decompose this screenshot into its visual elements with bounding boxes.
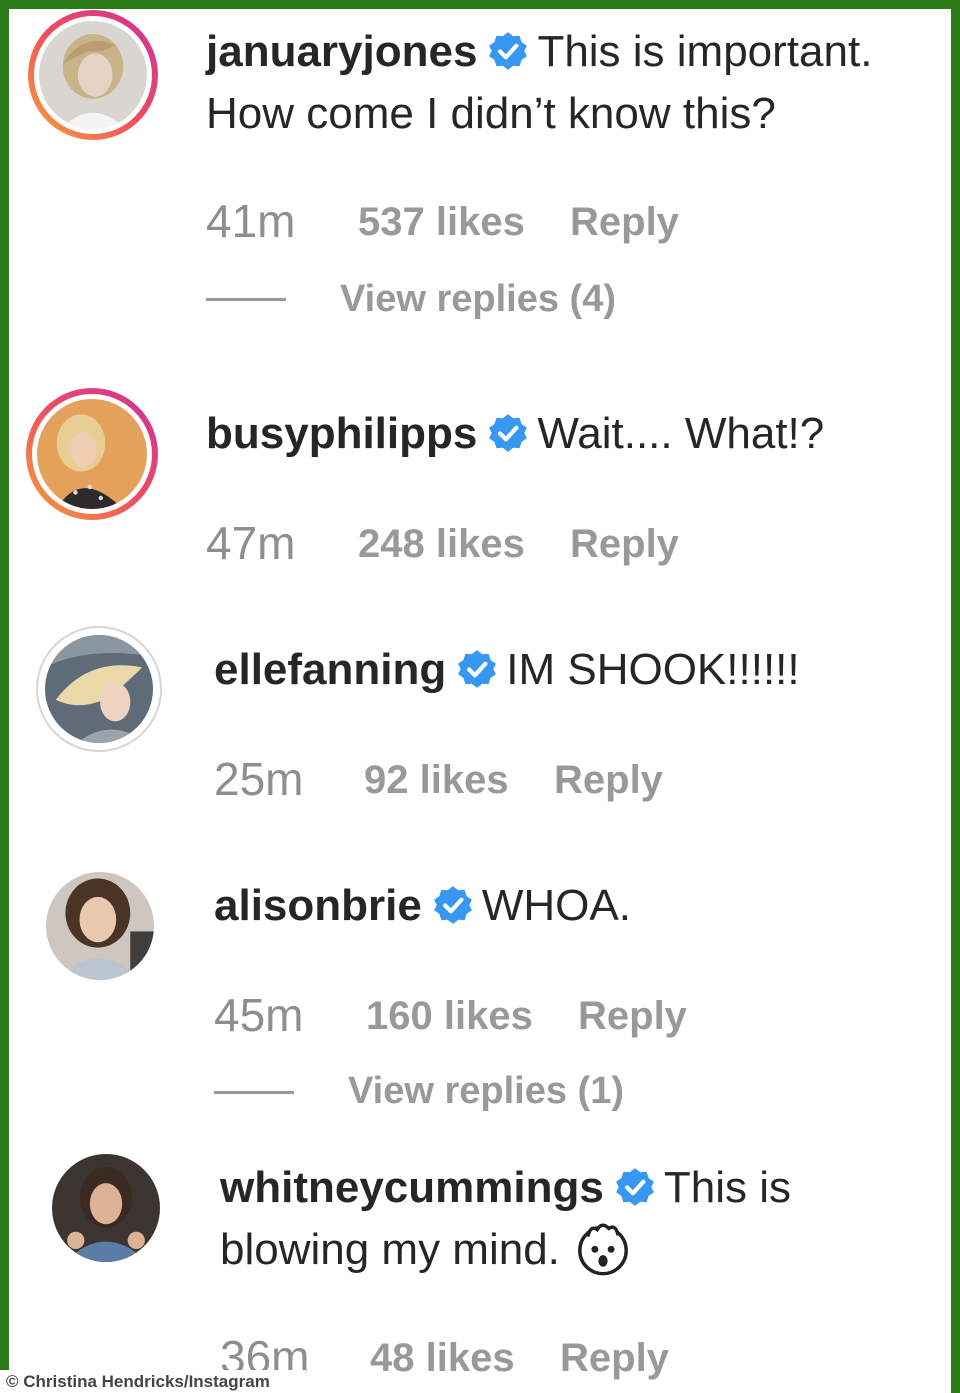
comment-text-line2: How come I didn’t know this? bbox=[206, 89, 776, 138]
likes-count[interactable]: 537 likes bbox=[358, 200, 525, 245]
reply-button[interactable]: Reply bbox=[554, 758, 663, 803]
verified-badge-icon bbox=[487, 412, 529, 454]
username[interactable]: januaryjones bbox=[206, 27, 477, 76]
replies-divider bbox=[206, 298, 286, 301]
reply-button[interactable]: Reply bbox=[570, 200, 679, 245]
timestamp: 45m bbox=[214, 989, 304, 1041]
photo-credit: © Christina Hendricks/Instagram bbox=[0, 1370, 306, 1393]
verified-badge-icon bbox=[456, 648, 498, 690]
likes-count[interactable]: 48 likes bbox=[370, 1336, 515, 1381]
profile-photo bbox=[37, 399, 147, 509]
comment-text: busyphilipps Wait.... What!? bbox=[206, 404, 824, 464]
comment-text-line2: blowing my mind. bbox=[220, 1218, 632, 1280]
reply-button[interactable]: Reply bbox=[560, 1336, 669, 1381]
avatar-alisonbrie[interactable] bbox=[46, 872, 154, 980]
likes-count[interactable]: 248 likes bbox=[358, 522, 525, 567]
timestamp: 41m bbox=[206, 195, 296, 247]
verified-badge-icon bbox=[614, 1166, 656, 1208]
comment-body: IM SHOOK!!!!!! bbox=[506, 645, 800, 694]
profile-photo bbox=[46, 872, 154, 980]
comment-body-line2: blowing my mind. bbox=[220, 1225, 560, 1274]
avatar-januaryjones[interactable] bbox=[28, 10, 158, 140]
profile-photo bbox=[45, 635, 153, 743]
profile-photo bbox=[39, 21, 147, 129]
avatar-ellefanning[interactable] bbox=[36, 626, 162, 752]
verified-badge-icon bbox=[487, 30, 529, 72]
comment-body: WHOA. bbox=[481, 881, 631, 930]
username[interactable]: busyphilipps bbox=[206, 409, 477, 458]
avatar-whitneycummings[interactable] bbox=[52, 1154, 160, 1262]
comment-body: This is important. bbox=[537, 27, 873, 76]
view-replies-button[interactable]: View replies (4) bbox=[340, 278, 616, 321]
reply-button[interactable]: Reply bbox=[570, 522, 679, 567]
profile-photo bbox=[52, 1154, 160, 1262]
view-replies-button[interactable]: View replies (1) bbox=[348, 1070, 624, 1113]
comment-text: alisonbrie WHOA. bbox=[214, 876, 631, 936]
comment-text: whitneycummings This is bbox=[220, 1158, 791, 1218]
reply-button[interactable]: Reply bbox=[578, 994, 687, 1039]
timestamp: 47m bbox=[206, 517, 296, 569]
username[interactable]: alisonbrie bbox=[214, 881, 422, 930]
comment-body: This is bbox=[663, 1163, 791, 1212]
exploding-head-emoji bbox=[574, 1218, 632, 1276]
avatar-busyphilipps[interactable] bbox=[26, 388, 158, 520]
username[interactable]: ellefanning bbox=[214, 645, 446, 694]
username[interactable]: whitneycummings bbox=[220, 1163, 604, 1212]
timestamp: 25m bbox=[214, 753, 304, 805]
verified-badge-icon bbox=[432, 884, 474, 926]
comment-text: januaryjones This is important. bbox=[206, 22, 872, 82]
comment-text: ellefanning IM SHOOK!!!!!! bbox=[214, 640, 800, 700]
likes-count[interactable]: 92 likes bbox=[364, 758, 509, 803]
replies-divider bbox=[214, 1091, 294, 1094]
likes-count[interactable]: 160 likes bbox=[366, 994, 533, 1039]
comment-body: Wait.... What!? bbox=[537, 409, 825, 458]
